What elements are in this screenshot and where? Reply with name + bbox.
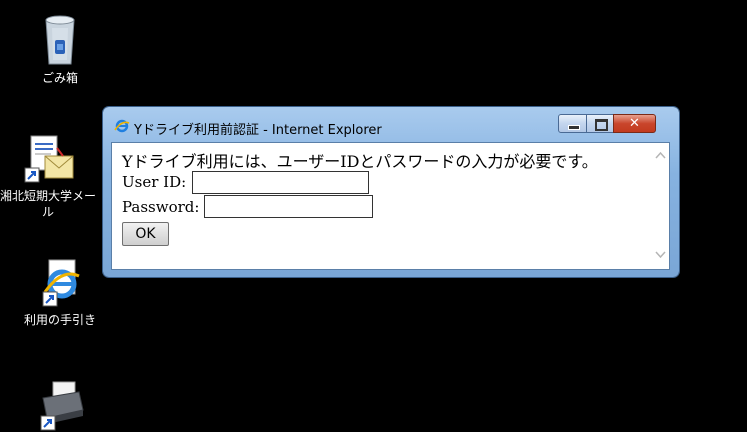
printer-shortcut-icon [40, 381, 84, 431]
recycle-bin-icon [45, 15, 75, 65]
close-button[interactable]: ✕ [613, 114, 656, 133]
desktop-icon-label: 利用の手引き [23, 313, 96, 327]
userid-input[interactable] [192, 171, 369, 194]
internet-explorer-icon [114, 119, 130, 133]
window-title: Yドライブ利用前認証 - Internet Explorer [134, 123, 382, 138]
ok-button[interactable]: OK [122, 222, 169, 246]
scroll-up-icon[interactable] [654, 149, 667, 162]
title-bar[interactable]: Yドライブ利用前認証 - Internet Explorer ✕ [103, 107, 679, 141]
password-label: Password: [122, 198, 200, 216]
desktop-icon-label: 湘北短期大学メール [0, 189, 97, 219]
desktop-icon-label: ごみ箱 [41, 71, 78, 85]
mail-shortcut-icon [24, 135, 74, 183]
maximize-icon [595, 119, 608, 131]
minimize-icon [568, 125, 580, 130]
recycle-bin-desktop-icon[interactable]: ごみ箱 [12, 14, 108, 86]
instruction-message: Yドライブ利用には、ユーザーIDとパスワードの入力が必要です。 [122, 152, 598, 171]
auth-form: Yドライブ利用には、ユーザーIDとパスワードの入力が必要です。 User ID:… [112, 143, 651, 269]
vertical-scrollbar[interactable] [652, 143, 669, 269]
page-content: Yドライブ利用には、ユーザーIDとパスワードの入力が必要です。 User ID:… [111, 142, 670, 270]
ie-auth-window: Yドライブ利用前認証 - Internet Explorer ✕ Yドライブ利用… [103, 107, 679, 277]
userid-label: User ID: [122, 173, 187, 191]
password-input[interactable] [204, 195, 373, 218]
maximize-button[interactable] [586, 114, 614, 133]
minimize-button[interactable] [558, 114, 587, 133]
scroll-down-icon[interactable] [654, 248, 667, 261]
usage-guide-desktop-icon[interactable]: 利用の手引き [12, 258, 108, 328]
close-icon: ✕ [629, 116, 640, 131]
internet-explorer-shortcut-icon [42, 259, 80, 307]
printer-desktop-icon[interactable] [12, 378, 108, 432]
shohoku-mail-desktop-icon[interactable]: 湘北短期大学メール [0, 134, 96, 220]
